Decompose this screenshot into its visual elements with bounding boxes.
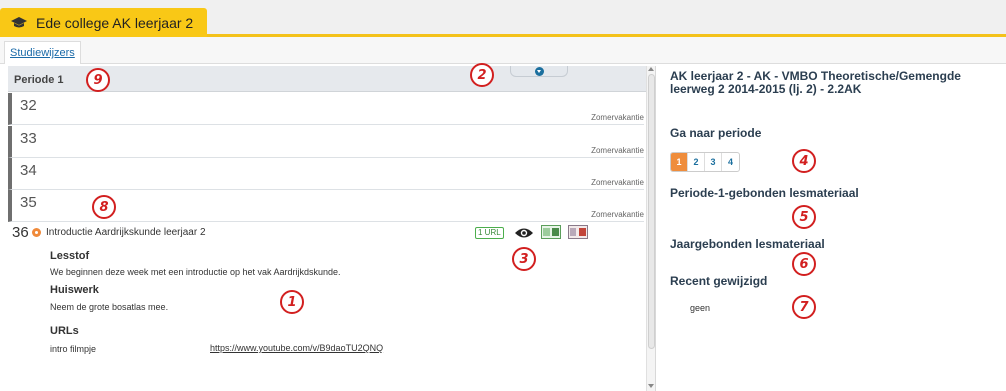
marker-7: 7 xyxy=(792,295,816,319)
periode-pager: 1 2 3 4 xyxy=(670,152,740,172)
studiewijzer-pane: Periode 1 32 Zomervakantie 33 Zomervakan… xyxy=(8,66,646,391)
recent-gewijzigd-value: geen xyxy=(690,303,711,313)
week-row[interactable]: 33 Zomervakantie xyxy=(8,126,644,158)
marker-5: 5 xyxy=(792,205,816,229)
periode-2-button[interactable]: 2 xyxy=(688,153,705,171)
chevron-down-icon xyxy=(535,67,544,76)
jaar-lesmateriaal-heading[interactable]: Jaargebonden lesmateriaal xyxy=(670,237,825,251)
course-tab[interactable]: Ede college AK leerjaar 2 xyxy=(0,8,207,37)
scroll-thumb[interactable] xyxy=(648,74,655,349)
periode-3-button[interactable]: 3 xyxy=(705,153,722,171)
expand-icon[interactable] xyxy=(32,228,41,237)
marker-4: 4 xyxy=(792,149,816,173)
week-row[interactable]: 32 Zomervakantie xyxy=(8,93,644,125)
recent-gewijzigd-heading: Recent gewijzigd xyxy=(670,274,768,288)
image-edit-icon[interactable] xyxy=(541,225,561,239)
periode-label: Periode 1 xyxy=(14,74,64,86)
week-number: 33 xyxy=(20,130,37,147)
url-count-badge[interactable]: 1 URL xyxy=(475,227,504,239)
eye-icon[interactable] xyxy=(514,227,534,239)
lesstof-text: We beginnen deze week met een introducti… xyxy=(50,267,341,277)
studiewijzer-title: AK leerjaar 2 - AK - VMBO Theoretische/G… xyxy=(670,69,961,96)
collapse-toggle-button[interactable] xyxy=(510,66,568,77)
tab-studiewijzers[interactable]: Studiewijzers xyxy=(4,41,81,64)
week-title[interactable]: Introductie Aardrijkskunde leerjaar 2 xyxy=(46,227,206,238)
week-number: 32 xyxy=(20,97,37,114)
sub-tab-bar: Studiewijzers xyxy=(0,37,1006,64)
course-tab-label: Ede college AK leerjaar 2 xyxy=(36,14,194,31)
periode-lesmateriaal-heading[interactable]: Periode-1-gebonden lesmateriaal xyxy=(670,186,859,200)
week-36-block: 36 Introductie Aardrijkskunde leerjaar 2… xyxy=(8,221,644,391)
marker-2: 2 xyxy=(470,63,494,87)
image-delete-icon[interactable] xyxy=(568,225,588,239)
marker-8: 8 xyxy=(92,195,116,219)
lesstof-heading: Lesstof xyxy=(50,250,90,262)
scroll-down-icon[interactable] xyxy=(648,384,654,388)
graduation-cap-icon xyxy=(11,16,27,27)
url-label: intro filmpje xyxy=(50,344,97,354)
week-note: Zomervakantie xyxy=(591,113,644,122)
huiswerk-heading: Huiswerk xyxy=(50,284,99,296)
pane-divider[interactable] xyxy=(655,66,656,391)
info-pane: AK leerjaar 2 - AK - VMBO Theoretische/G… xyxy=(670,66,1006,391)
url-link[interactable]: https://www.youtube.com/v/B9daoTU2QNQ xyxy=(210,343,383,353)
huiswerk-text: Neem de grote bosatlas mee. xyxy=(50,302,169,312)
week-number: 35 xyxy=(20,194,37,211)
week-row[interactable]: 34 Zomervakantie xyxy=(8,158,644,190)
marker-3: 3 xyxy=(512,247,536,271)
periode-4-button[interactable]: 4 xyxy=(722,153,739,171)
left-scrollbar[interactable] xyxy=(646,66,655,391)
urls-heading: URLs xyxy=(50,325,79,337)
marker-6: 6 xyxy=(792,252,816,276)
week-number: 34 xyxy=(20,162,37,179)
scroll-up-icon[interactable] xyxy=(648,67,654,71)
week-note: Zomervakantie xyxy=(591,178,644,187)
goto-periode-heading: Ga naar periode xyxy=(670,126,762,140)
week-note: Zomervakantie xyxy=(591,210,644,219)
periode-1-button[interactable]: 1 xyxy=(671,153,688,171)
top-tab-bar: Ede college AK leerjaar 2 xyxy=(0,0,1006,37)
week-number: 36 xyxy=(12,224,29,241)
marker-9: 9 xyxy=(86,68,110,92)
marker-1: 1 xyxy=(280,290,304,314)
week-note: Zomervakantie xyxy=(591,146,644,155)
